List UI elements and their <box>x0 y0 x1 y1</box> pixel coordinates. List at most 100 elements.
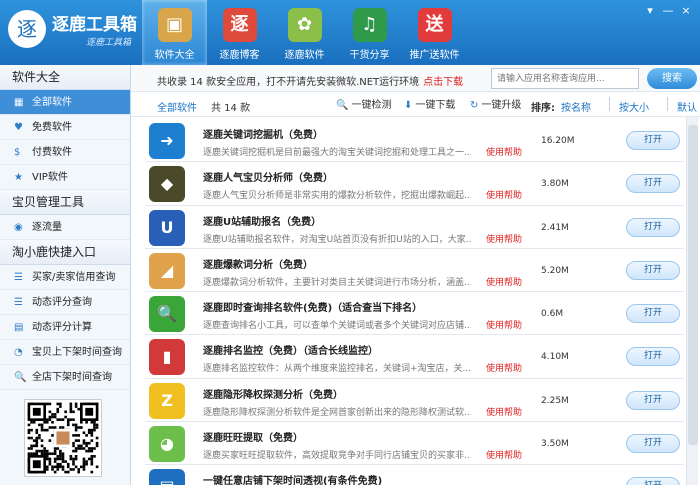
title-bar: 逐 逐鹿工具箱 逐鹿工具箱 ▣ 软件大全 逐逐鹿博客 ✿ 逐鹿软件 ♫ 干货分享 送推广送软件… <box>0 0 700 65</box>
download-label: 一键下载 <box>415 100 456 111</box>
sidebar-section-shortcuts: 淘小鹿快捷入口 <box>0 240 130 265</box>
info-message: 共收录 14 款安全应用，打不开请先安装微软.NET运行环境 <box>157 77 420 88</box>
app-size: 3.80M <box>541 179 569 190</box>
app-row: ◢ 逐鹿爆款词分析（免费） 逐鹿爆款词分析软件，主要针对类目主关键词进行市场分析，涵… <box>145 249 684 293</box>
open-button[interactable]: 打开 <box>626 304 680 324</box>
download-link[interactable]: 点击下载 <box>423 77 463 88</box>
sidebar-item-label: 全部软件 <box>32 97 72 108</box>
nav-item-0[interactable]: ▣ 软件大全 <box>142 0 207 65</box>
sort-label: 排序: <box>531 103 555 114</box>
app-row: ▮ 逐鹿排名监控（免费）（适合长线监控） 逐鹿排名监控软件：从两个维度来监控排名，关… <box>145 335 684 379</box>
app-icon: ▤ <box>149 469 185 485</box>
sidebar-section-tools: 宝贝管理工具 <box>0 190 130 215</box>
sidebar-item[interactable]: ☰ 动态评分查询 <box>0 290 130 315</box>
help-link[interactable]: 使用帮助 <box>486 361 522 374</box>
scrollbar-thumb[interactable] <box>688 125 698 445</box>
sort-by-name[interactable]: 按名称 <box>561 99 591 114</box>
app-row: ◕ 逐鹿旺旺提取（免费） 逐鹿买家旺旺提取软件，高效提取竞争对手同行店铺宝贝的买家非… <box>145 422 684 466</box>
sidebar-item[interactable]: ◉ 逐流量 <box>0 215 130 240</box>
sidebar-item-icon: ★ <box>14 172 23 183</box>
refresh-icon: ↻ <box>470 100 479 111</box>
sidebar-item[interactable]: $ 付费软件 <box>0 140 130 165</box>
tab-all-software[interactable]: 全部软件 <box>157 99 197 114</box>
nav-item-2[interactable]: ✿ 逐鹿软件 <box>272 0 337 65</box>
sidebar-item[interactable]: 🔍 全店下架时间查询 <box>0 365 130 390</box>
sort-default[interactable]: 默认 <box>677 99 697 114</box>
sidebar-item-label: VIP软件 <box>32 172 68 183</box>
search-button[interactable]: 搜索 <box>647 68 697 89</box>
sidebar-item[interactable]: ♥ 免费软件 <box>0 115 130 140</box>
nav-item-1[interactable]: 逐逐鹿博客 <box>207 0 272 65</box>
sidebar-item-icon: 🔍 <box>14 372 27 383</box>
app-size: 2.41M <box>541 222 569 233</box>
app-description: 逐鹿买家旺旺提取软件，高效提取竞争对手同行店铺宝贝的买家非... <box>203 451 471 462</box>
info-bar: 共收录 14 款安全应用，打不开请先安装微软.NET运行环境点击下载 搜索 <box>131 65 700 92</box>
app-size: 2.25M <box>541 395 569 406</box>
sort-by-size[interactable]: 按大小 <box>619 99 649 114</box>
sidebar-item[interactable]: ▤ 动态评分计算 <box>0 315 130 340</box>
sidebar-item-label: 动态评分计算 <box>32 322 92 333</box>
sidebar-item-icon: ☰ <box>14 297 23 308</box>
help-link[interactable]: 使用帮助 <box>486 275 522 288</box>
app-name: 逐鹿旺旺提取（免费） <box>203 433 303 445</box>
minimize-icon[interactable]: — <box>662 4 674 17</box>
sidebar-item[interactable]: ◔ 宝贝上下架时间查询 <box>0 340 130 365</box>
app-name: 逐鹿爆款词分析（免费） <box>203 259 313 271</box>
sidebar-item-icon: ♥ <box>14 122 23 133</box>
settings-icon[interactable]: ▾ <box>644 4 656 17</box>
sidebar-item-label: 动态评分查询 <box>32 297 92 308</box>
main-panel: 共收录 14 款安全应用，打不开请先安装微软.NET运行环境点击下载 搜索 全部… <box>131 65 700 485</box>
open-button[interactable]: 打开 <box>626 347 680 367</box>
open-button[interactable]: 打开 <box>626 260 680 280</box>
help-link[interactable]: 使用帮助 <box>486 232 522 245</box>
nav-label: 逐鹿博客 <box>219 50 260 61</box>
app-icon: U <box>149 209 185 246</box>
app-icon: ◆ <box>149 166 185 203</box>
close-icon[interactable]: × <box>680 4 692 17</box>
open-button[interactable]: 打开 <box>626 174 680 194</box>
help-link[interactable]: 使用帮助 <box>486 448 522 461</box>
help-link[interactable]: 使用帮助 <box>486 145 522 158</box>
upgrade-all-button[interactable]: ↻ 一键升级 <box>465 96 526 114</box>
app-name: 逐鹿U站辅助报名（免费） <box>203 216 322 228</box>
open-button[interactable]: 打开 <box>626 131 680 150</box>
sidebar-item-icon: $ <box>14 147 21 158</box>
blog-icon: 逐 <box>222 8 257 42</box>
scrollbar[interactable] <box>686 117 698 485</box>
app-name: 逐鹿即时查询排名软件(免费)（适合查当下排名） <box>203 303 423 315</box>
download-all-button[interactable]: ⬇ 一键下载 <box>399 96 460 114</box>
total-count: 共 14 款 <box>211 103 251 114</box>
help-link[interactable]: 使用帮助 <box>486 318 522 331</box>
sidebar-item-label: 宝贝上下架时间查询 <box>32 347 122 358</box>
sidebar-item-icon: ▦ <box>14 97 24 108</box>
app-name: 逐鹿排名监控（免费）（适合长线监控） <box>203 346 378 358</box>
nav-label: 推广送软件 <box>409 50 460 61</box>
app-icon: 🔍 <box>149 296 185 333</box>
open-button[interactable]: 打开 <box>626 390 680 410</box>
nav-label: 干货分享 <box>349 50 390 61</box>
nav-label: 软件大全 <box>154 50 195 61</box>
nav-item-3[interactable]: ♫ 干货分享 <box>337 0 402 65</box>
help-link[interactable]: 使用帮助 <box>486 405 522 418</box>
app-description: 逐鹿排名监控软件：从两个维度来监控排名，关键词+淘宝店，关... <box>203 364 471 375</box>
open-button[interactable]: 打开 <box>626 217 680 237</box>
sidebar-item[interactable]: ☰ 买家/卖家信用查询 <box>0 265 130 290</box>
detect-all-button[interactable]: 🔍 一键检测 <box>331 96 396 114</box>
search-input[interactable] <box>491 68 639 89</box>
help-link[interactable]: 使用帮助 <box>486 188 522 201</box>
nav-item-4[interactable]: 送推广送软件 <box>402 0 467 65</box>
open-button[interactable]: 打开 <box>626 434 680 454</box>
info-text: 共收录 14 款安全应用，打不开请先安装微软.NET运行环境 点击下载 <box>157 73 463 88</box>
app-icon: ▮ <box>149 339 185 376</box>
sidebar-item[interactable]: ▦ 全部软件 <box>0 90 130 115</box>
divider <box>667 97 668 111</box>
app-description: 逐鹿爆款词分析软件，主要针对类目主关键词进行市场分析，涵盖... <box>203 277 471 288</box>
sidebar-item-icon: ☰ <box>14 272 23 283</box>
app-name: 逐鹿隐形降权探测分析（免费） <box>203 389 343 401</box>
sidebar-item-label: 免费软件 <box>32 122 72 133</box>
box-icon: ▣ <box>157 8 192 42</box>
app-icon: ◢ <box>149 252 185 289</box>
open-button[interactable]: 打开 <box>626 477 680 485</box>
sidebar-item[interactable]: ★ VIP软件 <box>0 165 130 190</box>
app-name: 逐鹿人气宝贝分析师（免费） <box>203 173 333 185</box>
